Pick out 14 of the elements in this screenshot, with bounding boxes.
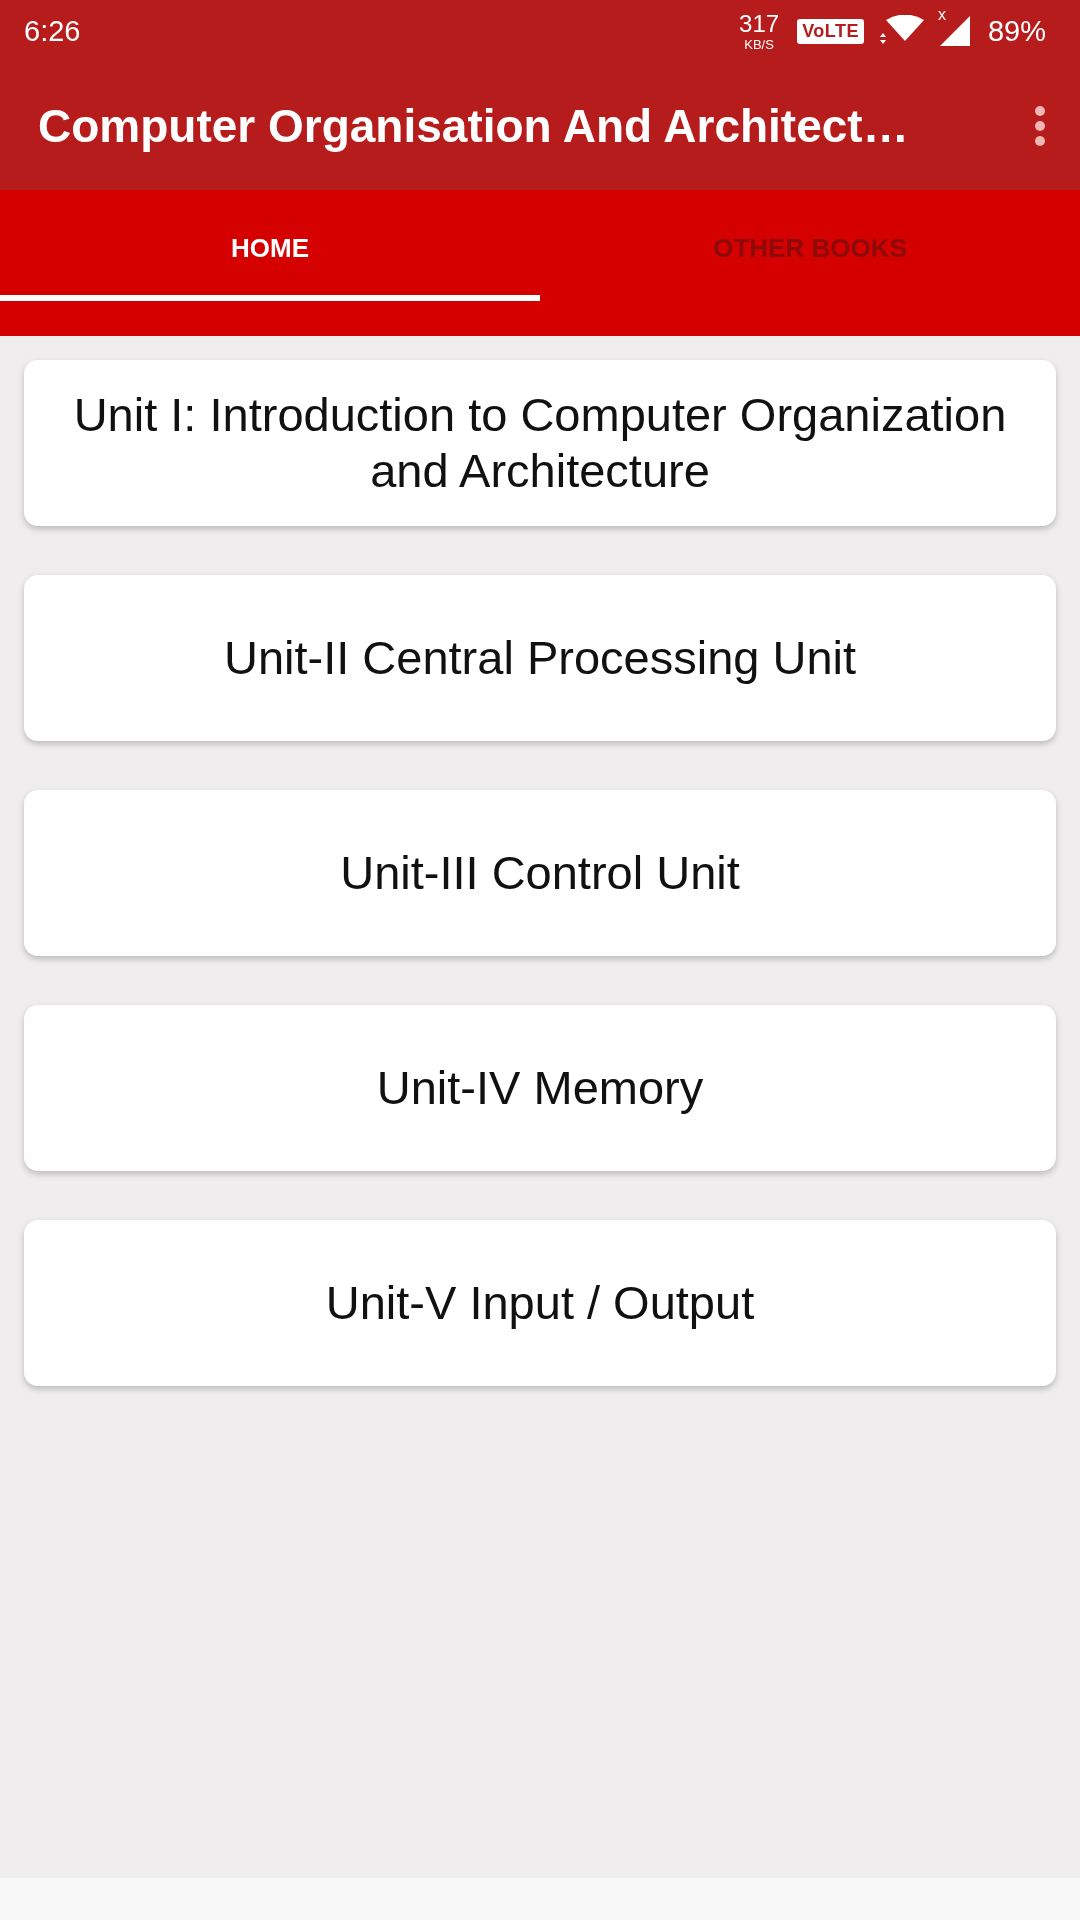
unit-card[interactable]: Unit-IV Memory [24, 1005, 1056, 1171]
unit-card[interactable]: Unit-III Control Unit [24, 790, 1056, 956]
unit-card[interactable]: Unit-V Input / Output [24, 1220, 1056, 1386]
network-speed: 317 [739, 11, 780, 36]
app-title: Computer Organisation And Architect… [38, 99, 910, 153]
unit-card[interactable]: Unit I: Introduction to Computer Organization and Architecture [24, 360, 1056, 526]
network-speed-unit: KB/S [744, 37, 774, 51]
battery-percent: 89% [987, 14, 1046, 48]
tab[interactable]: HOME [0, 190, 540, 301]
more-options-icon [1034, 106, 1046, 146]
volte-badge: VoLTE [797, 18, 864, 44]
status-time: 6:26 [24, 14, 81, 48]
no-data-mark: x [937, 6, 946, 24]
unit-card[interactable]: Unit-II Central Processing Unit [24, 575, 1056, 741]
